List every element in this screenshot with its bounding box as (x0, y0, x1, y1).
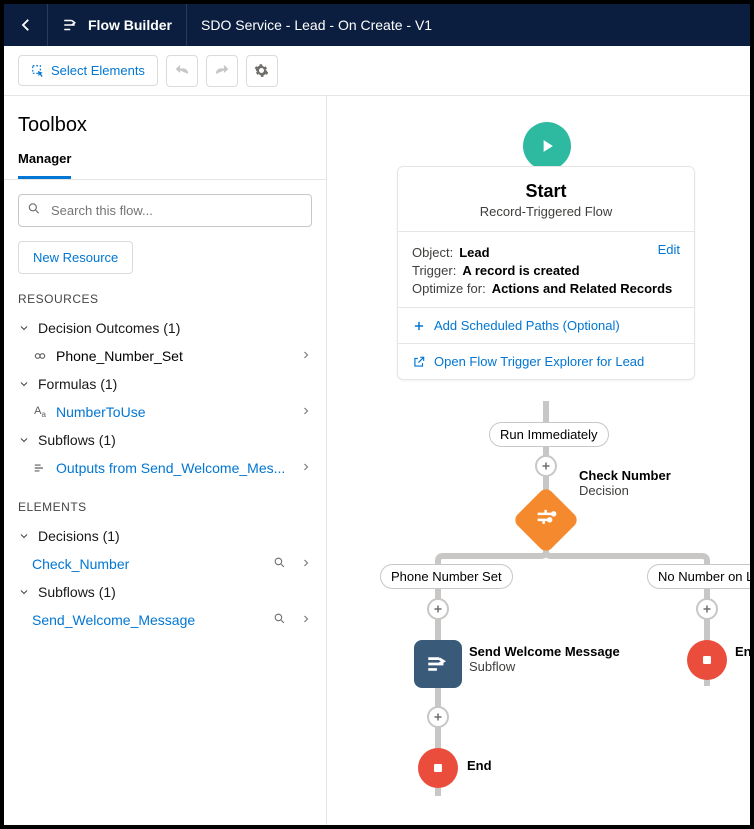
add-node-button[interactable] (427, 706, 449, 728)
section-elements: ELEMENTS (18, 500, 312, 514)
start-subtitle: Record-Triggered Flow (408, 204, 684, 219)
item-send-welcome-message[interactable]: Send_Welcome_Message (18, 606, 312, 634)
end-label-left: End (467, 758, 492, 773)
new-resource-button[interactable]: New Resource (18, 241, 133, 274)
chevron-right-icon (300, 556, 312, 572)
flow-name: SDO Service - Lead - On Create - V1 (187, 17, 446, 33)
end-node-right[interactable] (687, 640, 727, 680)
magnifier-icon[interactable] (273, 556, 286, 572)
back-button[interactable] (4, 4, 48, 46)
section-resources: RESOURCES (18, 292, 312, 306)
chevron-right-icon (300, 404, 312, 420)
chevron-right-icon (300, 348, 312, 364)
add-node-button[interactable] (696, 598, 718, 620)
chevron-right-icon (300, 612, 312, 628)
chevron-right-icon (300, 460, 312, 476)
no-number-on-lead-pill: No Number on Lead (647, 564, 750, 589)
redo-button[interactable] (206, 55, 238, 87)
sidebar-search (18, 194, 312, 227)
toolbar: Select Elements (4, 46, 750, 96)
group-subflows-el[interactable]: Subflows (1) (18, 578, 312, 606)
sidebar-tabs: Manager (4, 151, 326, 180)
subflow-label: Send Welcome Message Subflow (469, 644, 620, 674)
end-label-right: End (735, 644, 750, 659)
start-play-button[interactable] (523, 122, 571, 170)
magnifier-icon[interactable] (273, 612, 286, 628)
start-card: Start Record-Triggered Flow Edit Object:… (397, 166, 695, 380)
canvas[interactable]: Start Record-Triggered Flow Edit Object:… (327, 96, 750, 825)
sidebar-title: Toolbox (18, 114, 312, 137)
end-node-left[interactable] (418, 748, 458, 788)
group-decisions[interactable]: Decisions (1) (18, 522, 312, 550)
flow-builder-brand: Flow Builder (48, 4, 187, 46)
search-input[interactable] (18, 194, 312, 227)
decision-label: Check Number Decision (579, 468, 671, 498)
sidebar: Toolbox Manager New Resource RESOURCES D… (4, 96, 327, 825)
run-immediately-pill: Run Immediately (489, 422, 609, 447)
group-decision-outcomes[interactable]: Decision Outcomes (1) (18, 314, 312, 342)
select-elements-button[interactable]: Select Elements (18, 55, 158, 86)
group-subflows-res[interactable]: Subflows (1) (18, 426, 312, 454)
phone-number-set-pill: Phone Number Set (380, 564, 513, 589)
search-icon (27, 201, 41, 220)
item-number-to-use[interactable]: Aa NumberToUse (18, 398, 312, 426)
outcome-icon (32, 348, 48, 364)
item-outputs-send-welcome[interactable]: Outputs from Send_Welcome_Mes... (18, 454, 312, 482)
group-formulas[interactable]: Formulas (1) (18, 370, 312, 398)
open-flow-trigger-explorer-link[interactable]: Open Flow Trigger Explorer for Lead (398, 344, 694, 379)
start-title: Start (408, 181, 684, 202)
app-header: Flow Builder SDO Service - Lead - On Cre… (4, 4, 750, 46)
edit-link[interactable]: Edit (658, 242, 680, 257)
subflow-node[interactable] (414, 640, 462, 688)
brand-text: Flow Builder (88, 17, 172, 33)
add-node-button[interactable] (427, 598, 449, 620)
add-node-button[interactable] (535, 455, 557, 477)
item-phone-number-set[interactable]: Phone_Number_Set (18, 342, 312, 370)
undo-button[interactable] (166, 55, 198, 87)
subflow-icon (32, 460, 48, 476)
tab-manager[interactable]: Manager (18, 151, 71, 179)
settings-button[interactable] (246, 55, 278, 87)
add-scheduled-paths-link[interactable]: Add Scheduled Paths (Optional) (398, 308, 694, 344)
flow-builder-icon (62, 16, 80, 34)
formula-icon: Aa (32, 404, 48, 420)
item-check-number[interactable]: Check_Number (18, 550, 312, 578)
